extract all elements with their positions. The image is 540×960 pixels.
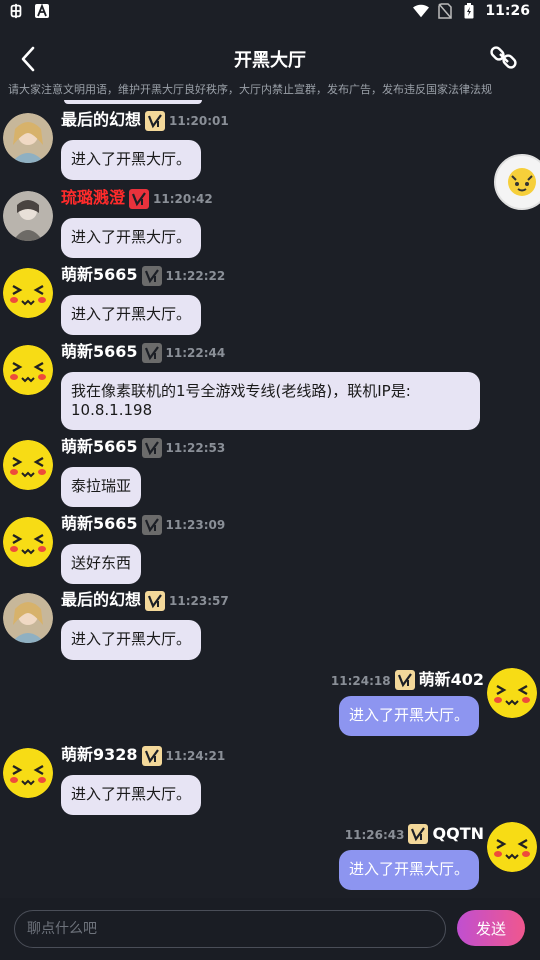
message-time: 11:24:21 (165, 749, 226, 763)
avatar[interactable] (3, 748, 53, 798)
level-badge-icon (408, 824, 429, 844)
bug-icon (8, 3, 24, 19)
level-badge-icon (141, 343, 162, 363)
message-time: 11:20:01 (169, 114, 229, 128)
message-text: 进入了开黑大厅。 (71, 228, 192, 246)
nickname[interactable]: QQTN (432, 824, 484, 844)
status-time: 11:26 (485, 3, 530, 19)
level-badge-icon (394, 670, 415, 690)
notice-text: 请大家注意文明用语，维护开黑大厅良好秩序，大厅内禁止宣群，发布广告，发布违反国家… (8, 83, 492, 96)
message-text: 泰拉瑞亚 (71, 477, 132, 495)
message-text: 进入了开黑大厅。 (349, 860, 470, 878)
message-text: 进入了开黑大厅。 (71, 305, 192, 323)
avatar[interactable] (3, 345, 53, 395)
message-time: 11:22:22 (165, 269, 226, 283)
chat-list[interactable]: 最后的幻想 11:20:01 进入了开黑大厅。 琉璐溅澄 11:20:42 进入了开黑大厅… (0, 104, 540, 898)
link-icon[interactable] (488, 42, 520, 74)
message-bubble[interactable]: 送好东西 (61, 544, 141, 584)
message-time: 11:22:53 (165, 441, 226, 455)
level-badge-icon (141, 515, 162, 535)
tiger-icon (508, 168, 536, 196)
level-badge-icon (145, 591, 166, 611)
floating-mascot-button[interactable] (494, 154, 540, 210)
message-bubble[interactable]: 进入了开黑大厅。 (61, 140, 201, 180)
nickname[interactable]: 萌新5665 (61, 265, 138, 285)
page-title: 开黑大厅 (234, 50, 306, 71)
no-sim-icon (437, 3, 453, 19)
nickname[interactable]: 萌新9328 (61, 745, 138, 765)
nickname[interactable]: 萌新402 (419, 670, 484, 690)
message-time: 11:22:44 (165, 346, 226, 360)
level-badge-icon (141, 266, 162, 286)
level-badge-icon (129, 189, 150, 209)
nickname[interactable]: 琉璐溅澄 (61, 188, 125, 208)
message-text: 进入了开黑大厅。 (71, 150, 192, 168)
message-time: 11:24:18 (330, 674, 391, 688)
message-time: 11:26:43 (344, 828, 405, 842)
message-bubble[interactable]: 进入了开黑大厅。 (61, 295, 201, 335)
wifi-icon (413, 3, 430, 19)
chat-message: QQTN 11:26:43 进入了开黑大厅。 (0, 822, 540, 898)
avatar[interactable] (487, 822, 537, 872)
message-time: 11:20:42 (153, 192, 213, 206)
avatar[interactable] (3, 440, 53, 490)
avatar[interactable] (487, 668, 537, 718)
message-bubble[interactable]: 我在像素联机的1号全游戏专线(老线路)，联机IP是: 10.8.1.198 (61, 372, 480, 430)
a-badge-icon (34, 3, 50, 19)
message-time: 11:23:57 (169, 594, 229, 608)
avatar[interactable] (3, 593, 53, 643)
status-bar: 11:26 (0, 0, 540, 24)
nickname[interactable]: 最后的幻想 (61, 590, 141, 610)
message-time: 11:23:09 (165, 518, 226, 532)
chat-message: 最后的幻想 11:20:01 进入了开黑大厅。 (0, 110, 540, 200)
level-badge-icon (141, 438, 162, 458)
message-bubble[interactable]: 进入了开黑大厅。 (339, 696, 479, 736)
avatar[interactable] (3, 191, 53, 241)
nickname[interactable]: 萌新5665 (61, 514, 138, 534)
message-text-line: 我在像素联机的1号全游戏专线(老线路)，联机IP是: (71, 382, 411, 400)
message-bubble[interactable]: 进入了开黑大厅。 (61, 775, 201, 815)
message-text: 进入了开黑大厅。 (349, 706, 470, 724)
send-button[interactable]: 发送 (457, 910, 525, 946)
message-text-line: 10.8.1.198 (71, 401, 153, 419)
message-bubble[interactable]: 泰拉瑞亚 (61, 467, 141, 507)
level-badge-icon (145, 111, 166, 131)
battery-icon (461, 3, 477, 19)
message-bubble[interactable]: 进入了开黑大厅。 (61, 218, 201, 258)
notice-marquee: 请大家注意文明用语，维护开黑大厅良好秩序，大厅内禁止宣群，发布广告，发布违反国家… (0, 80, 540, 96)
level-badge-icon (141, 746, 162, 766)
chat-message: 萌新5665 11:22:44 我在像素联机的1号全游戏专线(老线路)，联机IP是:… (0, 342, 540, 432)
nickname[interactable]: 最后的幻想 (61, 110, 141, 130)
message-input[interactable] (14, 910, 446, 948)
nickname[interactable]: 萌新5665 (61, 342, 138, 362)
message-text: 送好东西 (71, 554, 132, 572)
avatar[interactable] (3, 268, 53, 318)
avatar[interactable] (3, 113, 53, 163)
avatar[interactable] (3, 517, 53, 567)
input-bar: 发送 (0, 898, 540, 960)
message-bubble[interactable]: 进入了开黑大厅。 (61, 620, 201, 660)
message-text: 进入了开黑大厅。 (71, 785, 192, 803)
chat-message: 最后的幻想 11:23:57 进入了开黑大厅。 (0, 590, 540, 680)
message-text: 进入了开黑大厅。 (71, 630, 192, 648)
message-bubble[interactable]: 进入了开黑大厅。 (339, 850, 479, 890)
header: 开黑大厅 (0, 38, 540, 80)
nickname[interactable]: 萌新5665 (61, 437, 138, 457)
